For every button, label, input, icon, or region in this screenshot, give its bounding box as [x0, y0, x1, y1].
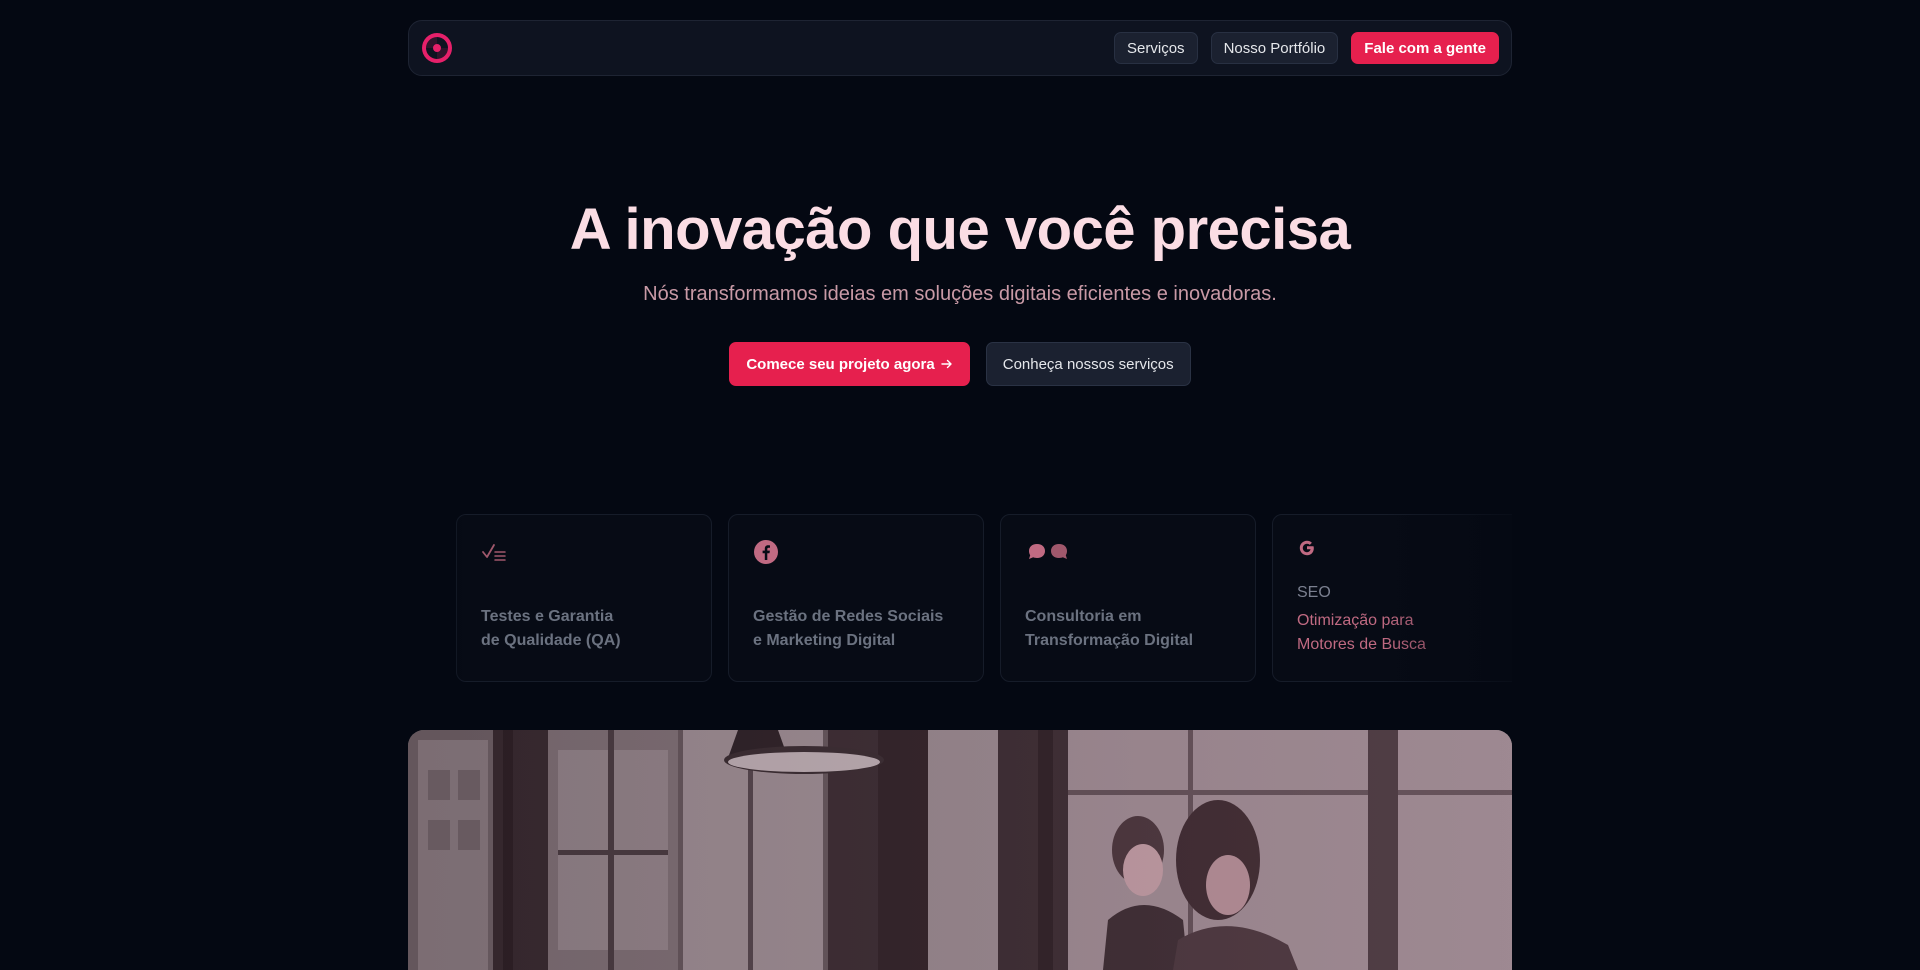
google-icon — [1299, 540, 1314, 556]
service-card-title: SEO — [1297, 584, 1331, 601]
service-card-title: Gestão de Redes Sociais e Marketing Digi… — [753, 608, 944, 649]
arrow-right-icon — [941, 359, 952, 369]
photo-tint-overlay — [408, 730, 1512, 970]
office-photo — [408, 730, 1512, 970]
hero-cta-row: Comece seu projeto agora Conheça nossos … — [0, 342, 1920, 386]
service-card-social[interactable]: Gestão de Redes Sociais e Marketing Digi… — [728, 514, 984, 682]
service-card-description: Otimização para Motores de Busca — [1297, 612, 1426, 653]
start-project-button[interactable]: Comece seu projeto agora — [729, 342, 970, 386]
nav-links: Serviços Nosso Portfólio Fale com a gent… — [1114, 32, 1499, 64]
services-carousel: Testes e Garantia de Qualidade (QA) Gest… — [408, 514, 1512, 682]
hero-subtitle: Nós transformamos ideias em soluções dig… — [643, 283, 1277, 305]
service-card-consulting[interactable]: Consultoria em Transformação Digital — [1000, 514, 1256, 682]
service-card-qa[interactable]: Testes e Garantia de Qualidade (QA) — [456, 514, 712, 682]
nav-servicos[interactable]: Serviços — [1114, 32, 1198, 64]
service-card-seo[interactable]: SEO Otimização para Motores de Busca — [1272, 514, 1512, 682]
services-button[interactable]: Conheça nossos serviços — [985, 342, 1191, 386]
contact-button[interactable]: Fale com a gente — [1351, 32, 1499, 64]
checklist-icon — [482, 544, 506, 561]
hero-title: A inovação que você precisa — [569, 197, 1351, 262]
navbar: Serviços Nosso Portfólio Fale com a gent… — [408, 20, 1512, 76]
start-project-label: Comece seu projeto agora — [746, 355, 935, 373]
nav-portfolio[interactable]: Nosso Portfólio — [1210, 32, 1339, 64]
service-card-title: Consultoria em Transformação Digital — [1025, 608, 1194, 649]
brand-swirl-icon — [422, 33, 452, 63]
brand-logo[interactable] — [420, 31, 454, 65]
chat-bubbles-icon — [1029, 544, 1067, 559]
facebook-icon — [754, 540, 778, 564]
service-card-title: Testes e Garantia de Qualidade (QA) — [481, 608, 621, 649]
